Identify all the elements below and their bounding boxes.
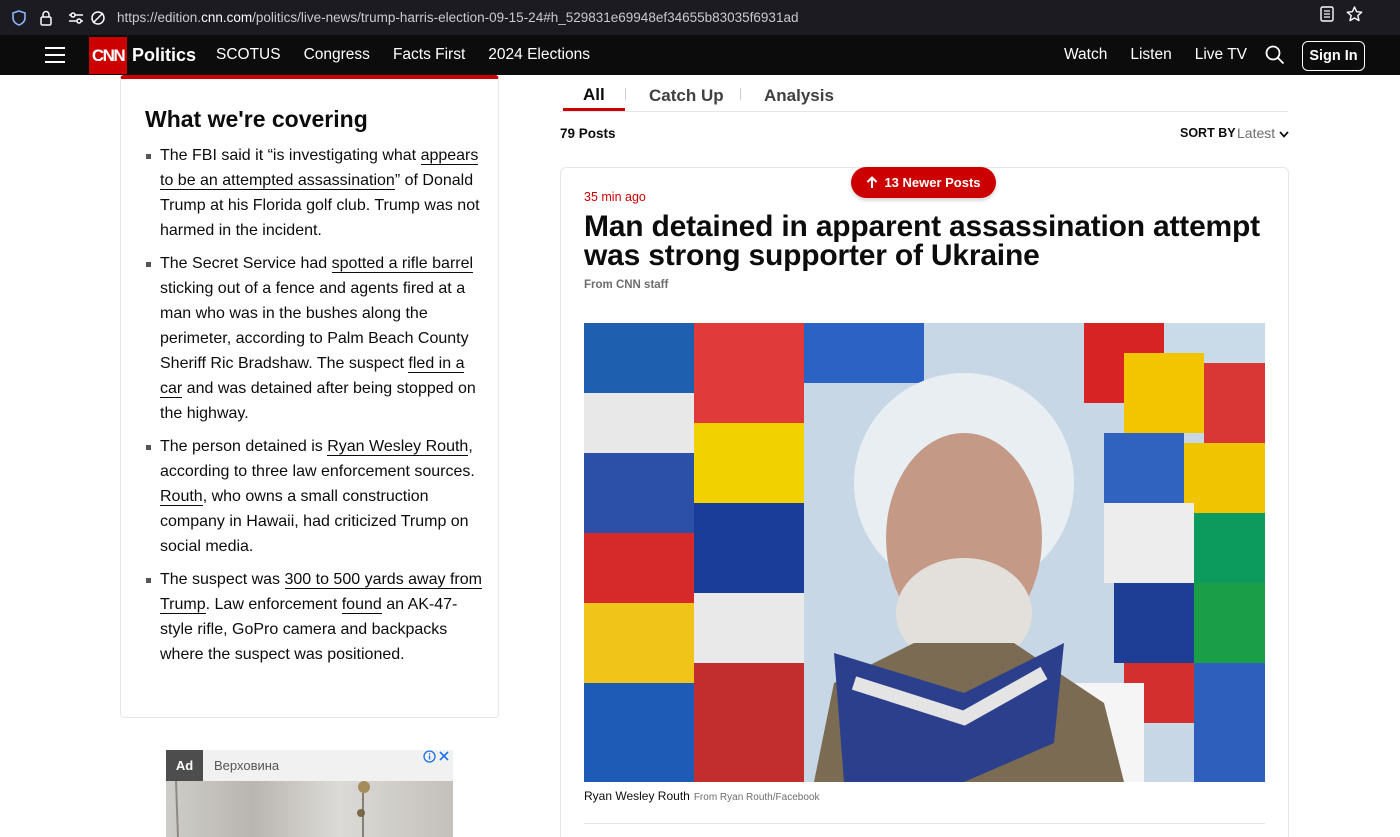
tab-divider bbox=[625, 88, 626, 100]
url-prefix: https://edition. bbox=[117, 10, 202, 25]
sort-dropdown[interactable]: Latest bbox=[1237, 125, 1289, 141]
ad-advertiser[interactable]: Верховина bbox=[214, 758, 279, 773]
reader-view-icon[interactable] bbox=[1320, 6, 1334, 27]
nav-links: SCOTUS Congress Facts First 2024 Electio… bbox=[216, 46, 590, 64]
covering-title: What we're covering bbox=[145, 106, 368, 132]
ad-unit[interactable]: Ad Верховина bbox=[166, 750, 453, 837]
sign-in-button[interactable]: Sign In bbox=[1302, 41, 1365, 71]
bookmark-star-icon[interactable] bbox=[1346, 6, 1363, 27]
close-icon[interactable] bbox=[438, 750, 450, 766]
tab-all[interactable]: All bbox=[583, 85, 605, 105]
covering-list: The FBI said it “is investigating what a… bbox=[145, 143, 485, 675]
posts-count: 79 Posts bbox=[560, 126, 616, 141]
covering-item: The person detained is Ryan Wesley Routh… bbox=[145, 434, 485, 559]
url-path: /politics/live-news/trump-harris-electio… bbox=[252, 10, 799, 25]
shield-icon[interactable] bbox=[8, 7, 30, 29]
post-headline: Man detained in apparent assassination a… bbox=[584, 210, 1260, 272]
covering-card: What we're covering The FBI said it “is … bbox=[120, 75, 499, 718]
photo-caption: Ryan Wesley Routh From Ryan Routh/Faceboo… bbox=[584, 789, 819, 803]
search-icon[interactable] bbox=[1265, 45, 1285, 70]
nav-link-scotus[interactable]: SCOTUS bbox=[216, 46, 281, 64]
section-title[interactable]: Politics bbox=[132, 45, 196, 66]
caption-text: Ryan Wesley Routh bbox=[584, 789, 690, 803]
divider bbox=[584, 823, 1265, 824]
permissions-icon[interactable] bbox=[65, 7, 87, 29]
cnn-logo[interactable]: CNN bbox=[89, 37, 127, 74]
browser-toolbar: https://edition.cnn.com/politics/live-ne… bbox=[0, 0, 1400, 35]
tab-analysis[interactable]: Analysis bbox=[764, 86, 834, 106]
ad-tag: Ad bbox=[166, 750, 203, 781]
tracking-blocked-icon[interactable] bbox=[87, 7, 109, 29]
ad-image[interactable] bbox=[166, 780, 453, 837]
lock-icon[interactable] bbox=[35, 7, 57, 29]
chevron-down-icon bbox=[1279, 125, 1289, 141]
post-photo[interactable] bbox=[584, 323, 1265, 782]
url-domain: cnn.com bbox=[201, 10, 253, 25]
covering-text: The FBI said it “is investigating what bbox=[160, 147, 421, 164]
post-timestamp: 35 min ago bbox=[584, 190, 646, 204]
newer-posts-label: 13 Newer Posts bbox=[884, 175, 981, 190]
covering-text: and was detained after being stopped on … bbox=[160, 380, 476, 422]
nav-right-links: Watch Listen Live TV bbox=[1064, 46, 1247, 64]
info-icon[interactable] bbox=[423, 750, 436, 766]
sort-value: Latest bbox=[1237, 125, 1276, 141]
arrow-up-icon bbox=[866, 176, 878, 189]
newer-posts-button[interactable]: 13 Newer Posts bbox=[851, 167, 996, 198]
caption-source: From Ryan Routh/Facebook bbox=[693, 792, 820, 803]
nav-link-congress[interactable]: Congress bbox=[304, 46, 370, 64]
tab-catch-up[interactable]: Catch Up bbox=[649, 86, 724, 106]
covering-link[interactable]: spotted a rifle barrel bbox=[331, 255, 474, 273]
tab-active-indicator bbox=[563, 108, 625, 111]
nav-link-live-tv[interactable]: Live TV bbox=[1195, 46, 1247, 64]
url-bar[interactable]: https://edition.cnn.com/politics/live-ne… bbox=[117, 10, 1267, 25]
covering-link[interactable]: Routh bbox=[160, 488, 203, 506]
post-byline: From CNN staff bbox=[584, 279, 669, 291]
covering-text: , who owns a small construction company … bbox=[160, 488, 469, 555]
covering-text: The suspect was bbox=[160, 571, 285, 588]
tab-divider bbox=[740, 88, 741, 100]
covering-item: The FBI said it “is investigating what a… bbox=[145, 143, 485, 243]
ad-header: Ad Верховина bbox=[166, 750, 453, 781]
nav-link-listen[interactable]: Listen bbox=[1130, 46, 1171, 64]
covering-text: . Law enforcement bbox=[205, 596, 342, 613]
covering-link[interactable]: found bbox=[341, 596, 382, 614]
nav-link-facts-first[interactable]: Facts First bbox=[393, 46, 465, 64]
covering-text: The person detained is bbox=[160, 438, 328, 455]
nav-link-2024-elections[interactable]: 2024 Elections bbox=[488, 46, 590, 64]
sort-label: SORT BY bbox=[1180, 126, 1236, 140]
covering-item: The suspect was 300 to 500 yards away fr… bbox=[145, 567, 485, 667]
nav-link-watch[interactable]: Watch bbox=[1064, 46, 1107, 64]
covering-item: The Secret Service had spotted a rifle b… bbox=[145, 251, 485, 426]
covering-text: The Secret Service had bbox=[160, 255, 332, 272]
covering-link[interactable]: Ryan Wesley Routh bbox=[327, 438, 469, 456]
menu-icon[interactable] bbox=[45, 47, 65, 63]
